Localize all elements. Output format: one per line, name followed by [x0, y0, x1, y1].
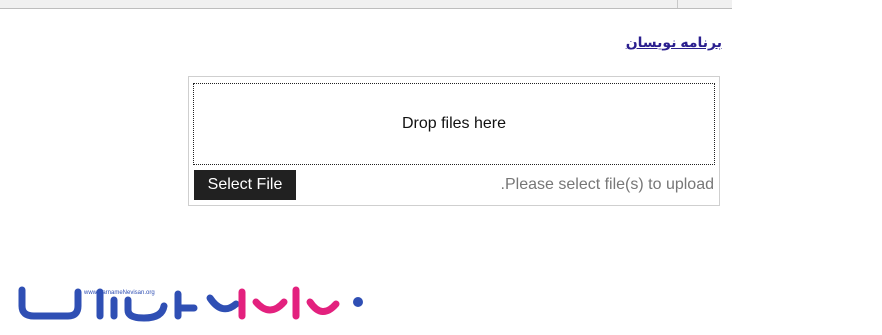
logo-url-text: www.BarnameNevisan.org: [83, 290, 155, 296]
drop-zone-label: Drop files here: [401, 115, 507, 132]
select-file-button[interactable]: Select File: [194, 170, 296, 200]
upload-hint: .Please select file(s) to upload: [500, 176, 714, 193]
toolbar-divider: [677, 0, 678, 8]
browser-toolbar: [0, 0, 732, 9]
drop-zone[interactable]: Drop files here: [193, 83, 715, 165]
site-title-link[interactable]: برنامه نویسان: [624, 34, 722, 51]
file-uploader: Drop files here Select File .Please sele…: [188, 76, 720, 206]
barnamenevisan-logo-icon: www.BarnameNevisan.org: [14, 280, 366, 330]
